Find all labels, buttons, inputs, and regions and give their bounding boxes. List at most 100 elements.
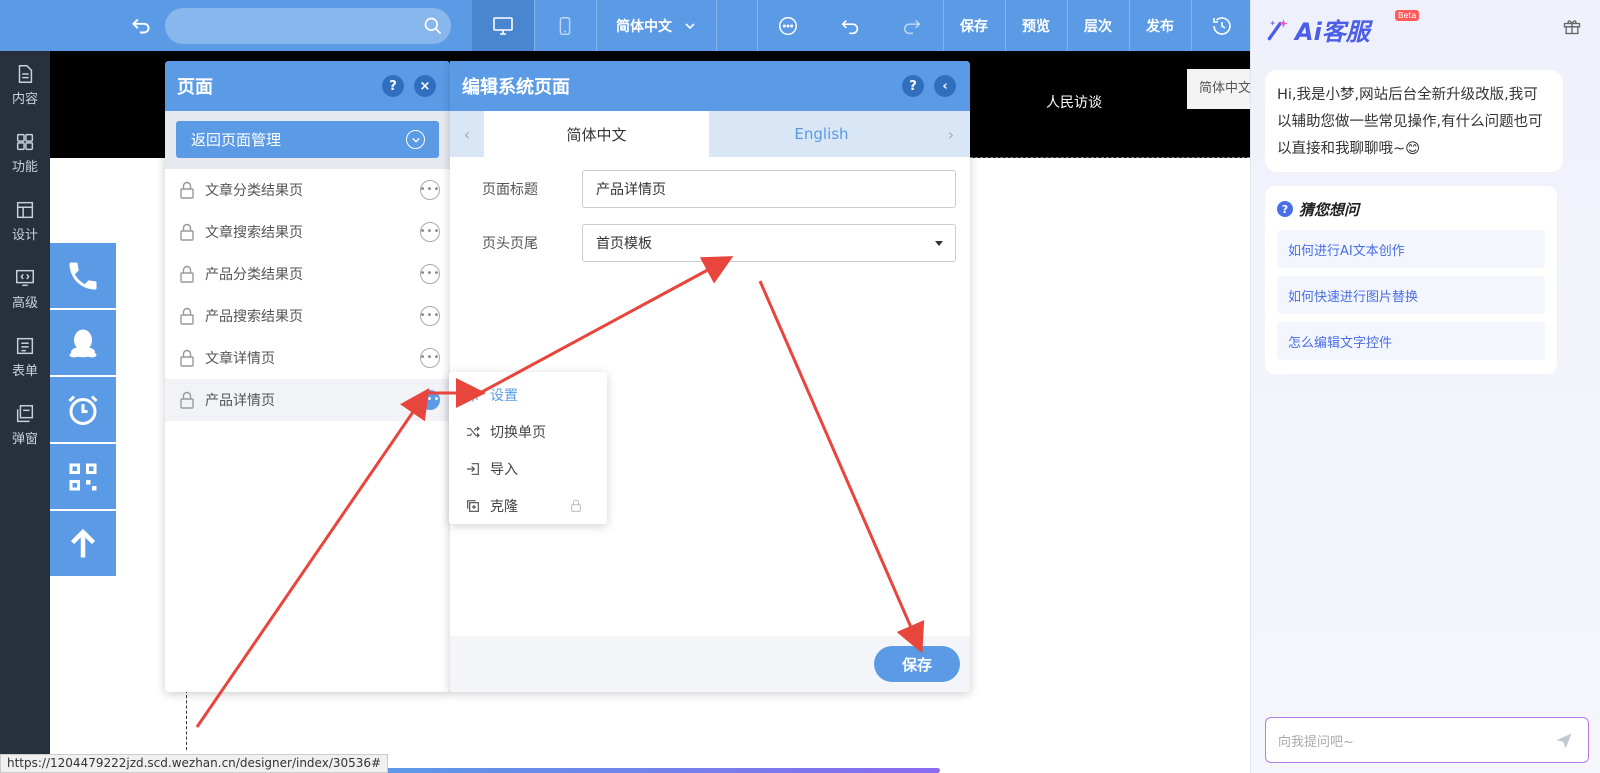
sidebar-item-function[interactable]: 功能: [0, 119, 50, 187]
lock-icon: [180, 223, 194, 241]
banner-nav-text[interactable]: 人民访谈: [1046, 92, 1102, 112]
redo-button[interactable]: [881, 0, 943, 51]
document-icon: [18, 65, 33, 83]
canvas-language-chip[interactable]: 简体中文: [1187, 69, 1252, 109]
tab-simplified-chinese[interactable]: 简体中文: [484, 111, 709, 157]
send-icon[interactable]: [1554, 731, 1574, 751]
grid-icon: [16, 133, 34, 151]
chevron-down-icon: [685, 22, 695, 29]
shuffle-icon: [467, 425, 480, 438]
page-name: 文章详情页: [205, 351, 275, 367]
sidebar-item-popup[interactable]: 弹窗: [0, 391, 50, 459]
more-icon[interactable]: •••: [420, 222, 440, 242]
search-icon[interactable]: [423, 16, 443, 36]
button-label: 返回页面管理: [191, 131, 282, 149]
page-list: 文章分类结果页 ••• 文章搜索结果页 ••• 产品分类结果页 ••• 产品搜索…: [165, 169, 450, 421]
more-icon[interactable]: •••: [420, 390, 440, 410]
selection-outline: [970, 157, 1250, 158]
list-item[interactable]: 文章搜索结果页 •••: [165, 211, 450, 253]
phone-button[interactable]: [50, 243, 116, 308]
ai-question-input[interactable]: 向我提问吧~: [1265, 717, 1589, 763]
list-item[interactable]: 文章详情页 •••: [165, 337, 450, 379]
menu-label: 导入: [490, 461, 518, 478]
ai-assistant-panel: Ai客服 Beta Hi,我是小梦,网站后台全新升级改版,我可以辅助您做一些常见…: [1250, 0, 1600, 773]
pages-panel-header: 页面 ? ×: [165, 61, 450, 111]
clock-button[interactable]: [50, 377, 116, 442]
more-icon[interactable]: •••: [420, 264, 440, 284]
language-select[interactable]: 简体中文: [596, 0, 716, 51]
header-footer-select[interactable]: 首页模板: [582, 224, 956, 262]
selection-outline: [186, 690, 187, 750]
form-icon: [16, 337, 34, 355]
gear-icon: [466, 387, 480, 402]
page-name: 产品分类结果页: [205, 267, 303, 283]
save-button[interactable]: 保存: [874, 646, 960, 682]
more-icon[interactable]: •••: [420, 348, 440, 368]
suggestions-title-text: 猜您想问: [1299, 200, 1360, 219]
sidebar-item-advanced[interactable]: 高级: [0, 255, 50, 323]
qq-button[interactable]: [50, 310, 116, 375]
sparkle-icon: [1267, 18, 1288, 40]
more-icon[interactable]: •••: [420, 306, 440, 326]
sidebar-item-label: 功能: [11, 160, 38, 175]
qr-code-icon: [69, 463, 97, 490]
help-icon[interactable]: ?: [902, 75, 924, 97]
close-icon[interactable]: ×: [414, 75, 436, 97]
chevron-left-icon[interactable]: ‹: [450, 111, 484, 157]
save-button[interactable]: 保存: [943, 0, 1005, 51]
collapse-icon[interactable]: ‹: [934, 75, 956, 97]
sidebar-item-label: 弹窗: [11, 432, 38, 447]
list-item[interactable]: 文章分类结果页 •••: [165, 169, 450, 211]
language-tabs: ‹ 简体中文 English ›: [450, 111, 970, 157]
page-title-label: 页面标题: [482, 182, 538, 198]
sidebar-item-label: 内容: [11, 92, 38, 107]
help-icon[interactable]: ?: [382, 75, 404, 97]
ai-logo: Ai客服 Beta: [1265, 10, 1420, 47]
ai-greeting-message: Hi,我是小梦,网站后台全新升级改版,我可以辅助您做一些常见操作,有什么问题也可…: [1265, 70, 1563, 172]
desktop-view-button[interactable]: [472, 0, 534, 51]
language-label: 简体中文: [616, 18, 672, 35]
menu-item-clone[interactable]: 克隆: [449, 487, 607, 524]
layers-button[interactable]: 层次: [1067, 0, 1129, 51]
panel-title: 编辑系统页面: [462, 77, 570, 98]
tab-english[interactable]: English: [709, 111, 934, 157]
lock-icon: [180, 307, 194, 325]
menu-item-import[interactable]: 导入: [449, 450, 607, 487]
arrow-up-icon: [70, 528, 96, 557]
redo-icon: [903, 19, 921, 34]
suggested-question[interactable]: 如何快速进行图片替换: [1277, 276, 1545, 314]
publish-button[interactable]: 发布: [1129, 0, 1191, 51]
undo-button[interactable]: [819, 0, 881, 51]
history-button[interactable]: [1191, 0, 1253, 51]
preview-button[interactable]: 预览: [1005, 0, 1067, 51]
gift-icon[interactable]: [1562, 16, 1582, 36]
mobile-view-button[interactable]: [534, 0, 596, 51]
ai-suggestions-card: ? 猜您想问 如何进行AI文本创作 如何快速进行图片替换 怎么编辑文字控件: [1265, 186, 1557, 374]
list-item[interactable]: 产品搜索结果页 •••: [165, 295, 450, 337]
edit-panel-footer: 保存: [450, 636, 970, 692]
qr-code-button[interactable]: [50, 444, 116, 509]
page-name: 文章分类结果页: [205, 183, 303, 199]
sidebar-item-content[interactable]: 内容: [0, 51, 50, 119]
back-to-top-button[interactable]: [50, 511, 116, 576]
back-icon[interactable]: [128, 13, 154, 39]
search-input[interactable]: [165, 8, 451, 44]
list-item[interactable]: 产品详情页 •••: [165, 379, 450, 421]
page-name: 产品搜索结果页: [205, 309, 303, 325]
more-icon[interactable]: •••: [420, 180, 440, 200]
suggested-question[interactable]: 怎么编辑文字控件: [1277, 322, 1545, 360]
menu-item-settings[interactable]: 设置: [449, 376, 607, 413]
menu-label: 克隆: [490, 498, 518, 515]
page-title-input[interactable]: 产品详情页: [582, 170, 956, 208]
list-item[interactable]: 产品分类结果页 •••: [165, 253, 450, 295]
desktop-icon: [493, 16, 513, 35]
sidebar-item-form[interactable]: 表单: [0, 323, 50, 391]
back-to-page-management-button[interactable]: 返回页面管理: [176, 121, 439, 158]
suggested-question[interactable]: 如何进行AI文本创作: [1277, 230, 1545, 268]
top-toolbar: 简体中文 保存 预览 层次 发布: [0, 0, 1250, 51]
sidebar-item-design[interactable]: 设计: [0, 187, 50, 255]
suggestions-title: ? 猜您想问: [1277, 196, 1545, 222]
chevron-right-icon[interactable]: ›: [934, 111, 968, 157]
menu-item-switch-single-page[interactable]: 切换单页: [449, 413, 607, 450]
more-button[interactable]: [757, 0, 819, 51]
